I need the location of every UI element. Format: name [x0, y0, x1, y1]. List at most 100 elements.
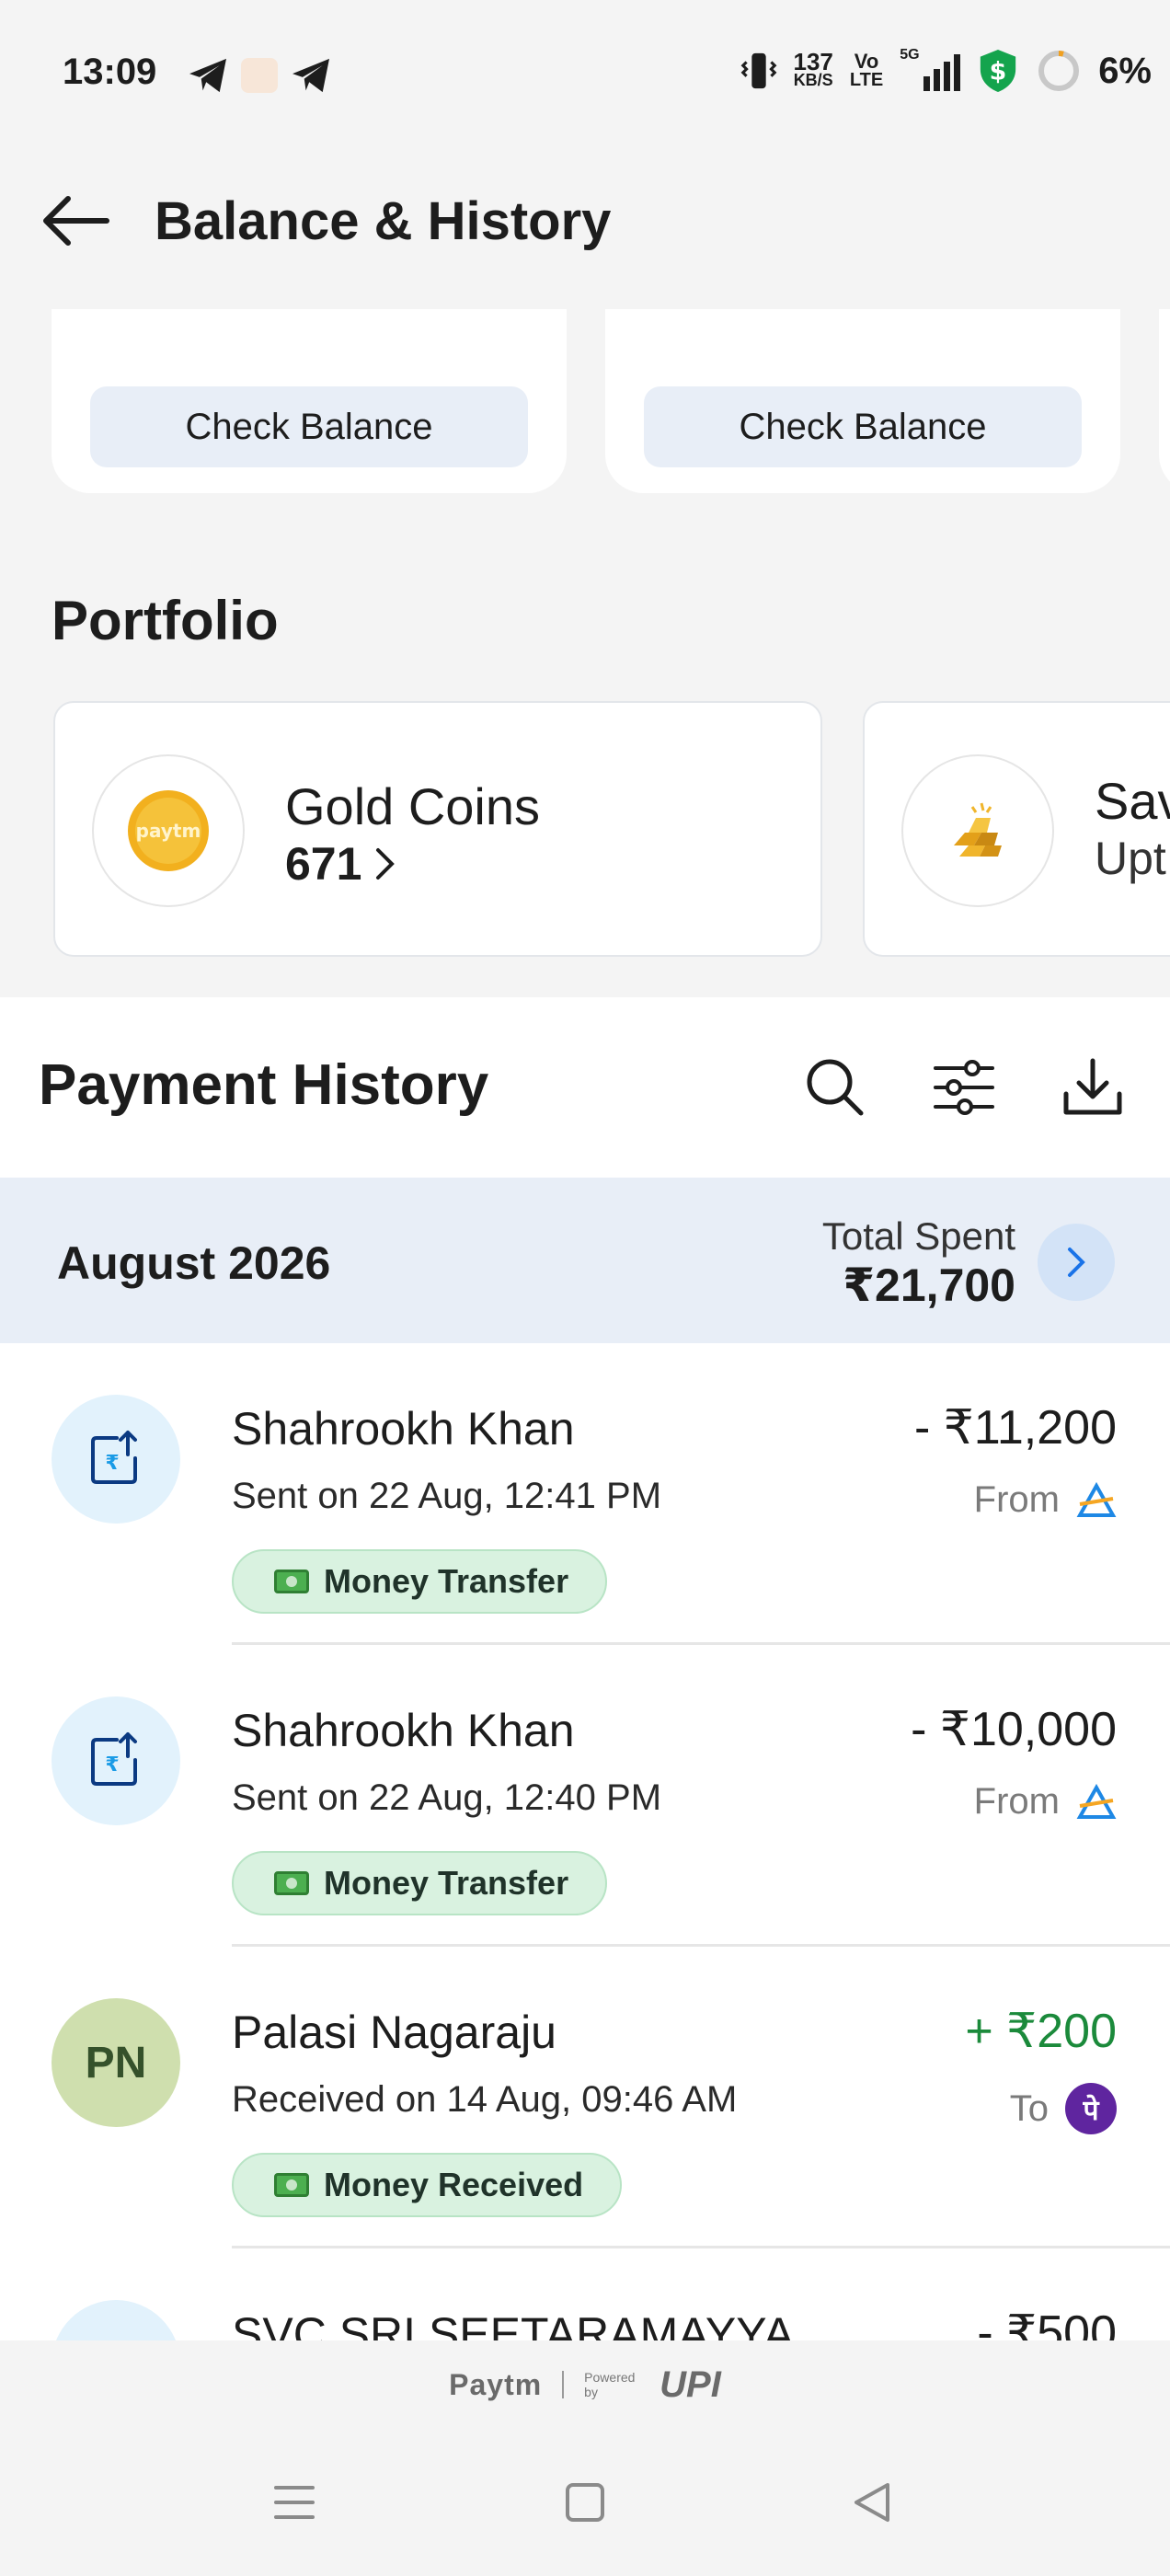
back-nav-button[interactable] [835, 2466, 909, 2539]
back-triangle-icon [855, 2483, 889, 2522]
transaction-direction: From [973, 1781, 1060, 1822]
download-button[interactable] [1054, 1049, 1131, 1126]
transaction-tag: Money Received [232, 2153, 623, 2217]
portfolio-carousel[interactable]: paytm Gold Coins 671 Sav Upt [0, 701, 1170, 959]
paytm-logo: Paytm [449, 2367, 543, 2401]
send-money-icon: ₹ [52, 1696, 180, 1825]
transaction-row[interactable]: PN Palasi Nagaraju Received on 14 Aug, 0… [0, 1947, 1170, 2248]
transaction-name: Palasi Nagaraju [232, 2007, 556, 2058]
network-speed: 137 KB/S [793, 48, 833, 89]
portfolio-item-name: Sav [1095, 772, 1170, 830]
paytm-coin-icon: paytm [92, 754, 245, 907]
transaction-tag-label: Money Received [324, 2166, 584, 2203]
signal-icon: 5G [900, 47, 961, 91]
bank-logo-icon [1076, 1783, 1117, 1819]
gold-coins-count: 671 [285, 838, 362, 890]
transaction-source: To पे [1010, 2083, 1117, 2134]
money-icon [274, 1570, 309, 1593]
transaction-name: SVC SRI SEETARAMAYYA [232, 2308, 795, 2340]
back-arrow-icon [43, 196, 109, 246]
month-summary[interactable]: August 2026 Total Spent ₹21,700 [0, 1178, 1170, 1343]
volte-bottom: LTE [849, 70, 884, 90]
transaction-row[interactable]: SVC SRI SEETARAMAYYA - ₹500 [0, 2248, 1170, 2340]
total-spent-amount: ₹21,700 [843, 1259, 1015, 1311]
bank-accounts-carousel[interactable]: Check Balance Check Balance [0, 309, 1170, 512]
transaction-row[interactable]: ₹ Shahrookh Khan Sent on 22 Aug, 12:40 P… [0, 1645, 1170, 1947]
telegram-icon [292, 58, 329, 93]
status-right: 137 KB/S Vo LTE 5G $ 6% [740, 47, 1152, 94]
gold-bars-icon [901, 754, 1054, 907]
transaction-source: From [974, 1479, 1117, 1521]
svg-text:paytm: paytm [136, 820, 201, 842]
recent-apps-button[interactable] [258, 2466, 331, 2539]
bank-account-card: Check Balance [605, 309, 1120, 493]
transaction-tag: Money Transfer [232, 1549, 608, 1614]
month-label: August 2026 [57, 1237, 331, 1289]
transaction-tag-label: Money Transfer [324, 1864, 569, 1902]
filter-icon [934, 1060, 994, 1115]
money-icon [274, 2173, 309, 2197]
powered-by-label: Powered by [584, 2370, 636, 2399]
notification-icons [188, 57, 331, 94]
check-balance-button[interactable]: Check Balance [90, 386, 528, 467]
filter-button[interactable] [925, 1049, 1003, 1126]
transaction-amount: - ₹500 [977, 2306, 1117, 2340]
transaction-date: Sent on 22 Aug, 12:41 PM [232, 1476, 662, 1516]
menu-icon [274, 2486, 315, 2519]
bank-account-card [1159, 309, 1170, 493]
download-icon [1063, 1058, 1122, 1115]
portfolio-item-sub: Upt [1095, 833, 1166, 884]
back-button[interactable] [20, 166, 131, 276]
payment-history-section: Payment History August 2026 Total Spent … [0, 997, 1170, 2340]
transaction-direction: To [1009, 2087, 1049, 2129]
total-spent-label: Total Spent [821, 1214, 1015, 1258]
system-nav-bar [0, 2429, 1170, 2576]
gold-coins-card[interactable]: paytm Gold Coins 671 [53, 701, 822, 957]
portfolio-item-name: Gold Coins [285, 777, 541, 835]
month-details-button[interactable] [1038, 1224, 1115, 1301]
vibrate-icon [740, 52, 776, 89]
transaction-tag: Money Transfer [232, 1851, 608, 1915]
transaction-amount: - ₹10,000 [911, 1703, 1117, 1756]
search-icon [807, 1059, 864, 1116]
powered-by-footer: Paytm Powered by UPI [0, 2340, 1170, 2429]
phonepe-logo-icon: पे [1065, 2083, 1117, 2134]
transaction-amount: + ₹200 [965, 2005, 1117, 2058]
upi-logo: UPI [660, 2363, 721, 2405]
bank-logo-icon [1076, 1481, 1117, 1517]
bank-account-card: Check Balance [52, 309, 567, 493]
transaction-name: Shahrookh Khan [232, 1403, 575, 1455]
money-icon [274, 1871, 309, 1895]
payment-history-title: Payment History [39, 1053, 489, 1117]
search-button[interactable] [797, 1049, 874, 1126]
security-shield-icon: $ [981, 50, 1016, 92]
app-header: Balance & History [0, 166, 1170, 276]
portfolio-title: Portfolio [52, 590, 279, 651]
transaction-source: From [974, 1781, 1117, 1823]
check-balance-button[interactable]: Check Balance [644, 386, 1082, 467]
payment-history-header: Payment History [0, 997, 1170, 1178]
divider [562, 2371, 565, 2398]
home-button[interactable] [548, 2466, 622, 2539]
transaction-row[interactable]: ₹ Shahrookh Khan Sent on 22 Aug, 12:41 P… [0, 1343, 1170, 1645]
transaction-direction: From [973, 1479, 1060, 1520]
status-bar: 13:09 137 KB/S Vo LTE 5G $ 6% [0, 0, 1170, 147]
net-speed-value: 137 [793, 48, 833, 75]
volte-top: Vo [854, 50, 879, 73]
status-time: 13:09 [63, 52, 157, 92]
transaction-tag-label: Money Transfer [324, 1562, 569, 1600]
svg-text:$: $ [990, 58, 1007, 86]
home-square-icon [566, 2483, 604, 2522]
gold-coins-value[interactable]: 671 [285, 837, 396, 891]
svg-text:₹: ₹ [105, 1452, 119, 1475]
page-title: Balance & History [155, 190, 612, 251]
net-speed-unit: KB/S [793, 71, 833, 89]
avatar: PN [52, 1998, 180, 2127]
savings-card[interactable]: Sav Upt [863, 701, 1170, 957]
network-type: 5G [900, 47, 920, 63]
transaction-amount: - ₹11,200 [913, 1401, 1117, 1455]
transaction-date: Sent on 22 Aug, 12:40 PM [232, 1777, 662, 1818]
battery-percent: 6% [1098, 50, 1152, 91]
chevron-right-icon [1068, 1248, 1085, 1277]
svg-text:₹: ₹ [105, 1754, 119, 1777]
